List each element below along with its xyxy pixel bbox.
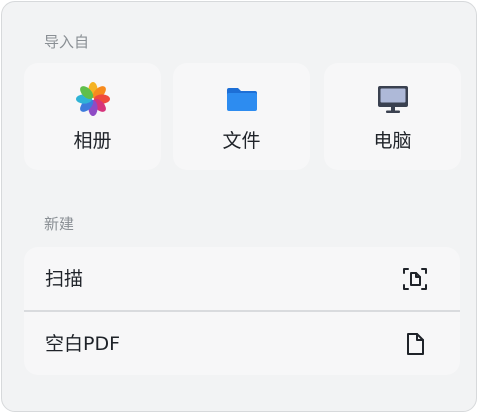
computer-icon: [375, 81, 411, 117]
blank-pdf-option[interactable]: 空白PDF: [24, 312, 460, 375]
computer-label: 电脑: [373, 130, 412, 152]
files-label: 文件: [222, 130, 261, 152]
import-sheet: 导入自 相册 文件 电脑 新建 扫描 空白PDF: [1, 1, 477, 412]
blank-document-icon: [402, 331, 428, 357]
scan-option[interactable]: 扫描: [24, 247, 460, 310]
scan-label: 扫描: [45, 268, 84, 290]
scan-document-icon: [402, 266, 428, 292]
import-section-title: 导入自: [44, 33, 90, 51]
import-from-files-button[interactable]: 文件: [173, 63, 310, 170]
photos-label: 相册: [73, 130, 112, 152]
new-options-list: 扫描 空白PDF: [24, 247, 460, 375]
import-from-computer-button[interactable]: 电脑: [324, 63, 461, 170]
import-from-photos-button[interactable]: 相册: [24, 63, 161, 170]
photos-icon: [75, 81, 111, 117]
blank-pdf-label: 空白PDF: [45, 333, 121, 355]
new-section-title: 新建: [44, 215, 75, 233]
folder-icon: [224, 81, 260, 117]
